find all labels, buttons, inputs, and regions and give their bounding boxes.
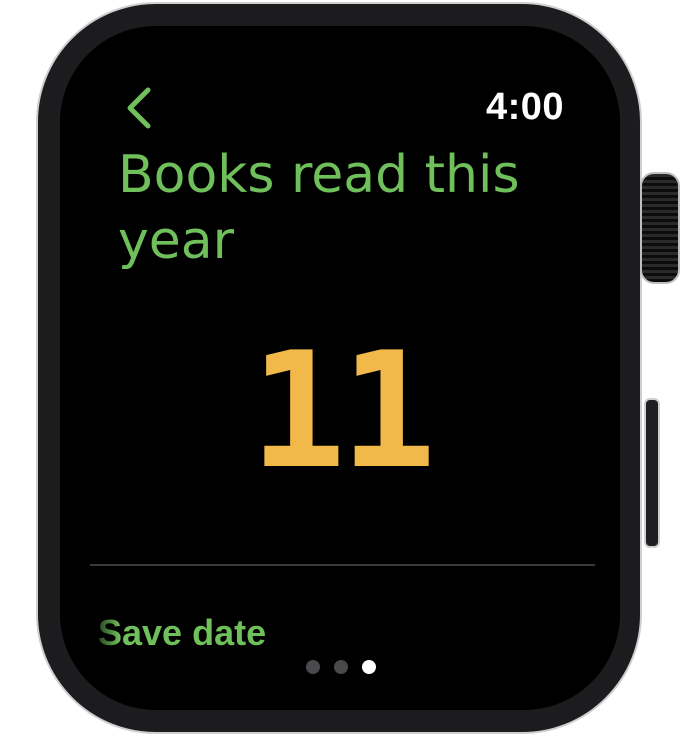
watch-device: 4:00 Books read this year 11 Save date [0,0,686,738]
page-dot-1[interactable] [306,660,320,674]
page-title: Books read this year [118,145,520,271]
save-date-button[interactable]: Save date [98,612,266,654]
page-dot-3-active[interactable] [362,660,376,674]
status-time: 4:00 [485,86,564,128]
divider [90,564,595,566]
page-indicator [306,660,376,674]
digital-crown[interactable] [640,172,680,284]
page-dot-2[interactable] [334,660,348,674]
side-button[interactable] [644,398,660,548]
back-button[interactable] [118,82,158,134]
watch-screen: 4:00 Books read this year 11 Save date [60,26,620,710]
chevron-left-icon [127,87,151,129]
books-count: 11 [249,317,437,504]
